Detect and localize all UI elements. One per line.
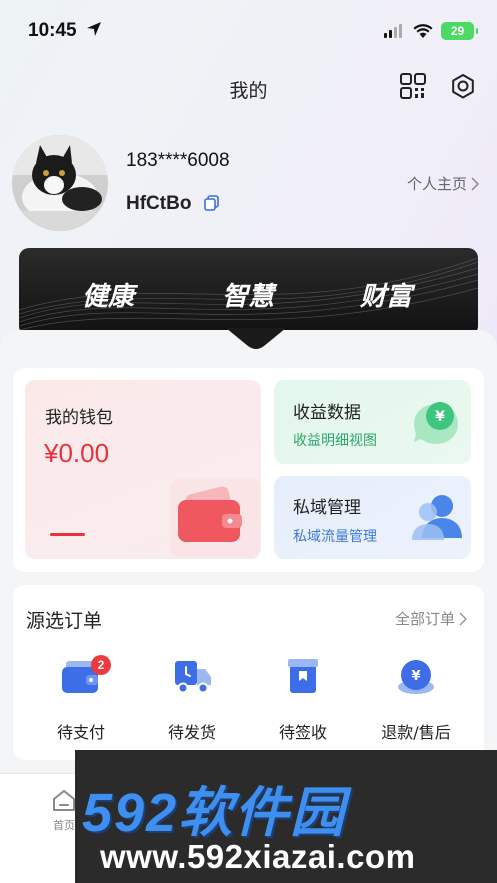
income-title: 收益数据: [293, 403, 361, 423]
sheet-notch: [226, 328, 286, 349]
wallet-title: 我的钱包: [45, 408, 113, 428]
svg-text:¥: ¥: [435, 409, 445, 425]
banner-word-wealth: 财富: [360, 282, 413, 312]
private-domain-subtitle: 私域流量管理: [293, 529, 377, 545]
all-orders-label: 全部订单: [394, 610, 455, 628]
order-pending-shipment-label: 待发货: [167, 723, 216, 742]
refund-coin-icon: ¥: [398, 660, 434, 694]
watermark-url: www.592xiazai.com: [100, 838, 416, 875]
copy-icon[interactable]: [204, 195, 219, 211]
banner-word-wisdom: 智慧: [222, 282, 275, 312]
private-domain-users-icon: [412, 495, 462, 540]
svg-text:¥: ¥: [411, 669, 420, 684]
chevron-right-icon: [459, 611, 467, 626]
wifi-icon: [413, 24, 433, 38]
order-pending-payment[interactable]: 2 待支付: [31, 655, 131, 743]
location-arrow-icon: [87, 22, 101, 36]
settings-gear-icon[interactable]: [448, 71, 478, 101]
order-pending-payment-label: 待支付: [56, 723, 105, 742]
income-subtitle: 收益明细视图: [293, 433, 377, 449]
package-icon: [288, 659, 318, 693]
cellular-signal-icon: [384, 24, 402, 38]
order-pending-receipt[interactable]: 待签收: [253, 657, 353, 743]
profile-homepage-label: 个人主页: [406, 175, 467, 193]
avatar-cat-image: [12, 135, 108, 231]
profile-homepage-link[interactable]: 个人主页: [407, 173, 479, 194]
private-domain-title: 私域管理: [293, 498, 361, 518]
watermark-brand: 592软件园: [82, 783, 347, 843]
status-bar: 10:45 29: [0, 0, 497, 60]
banner-word-health: 健康: [82, 282, 135, 312]
status-time: 10:45: [28, 20, 77, 41]
delivery-truck-icon: [175, 661, 211, 694]
all-orders-link[interactable]: 全部订单: [395, 608, 467, 629]
user-phone: 183****6008: [126, 150, 230, 171]
order-refund-aftersale-label: 退款/售后: [381, 723, 451, 742]
order-pending-shipment[interactable]: 待发货: [142, 657, 242, 743]
qr-code-icon[interactable]: [399, 72, 427, 100]
avatar[interactable]: [12, 135, 108, 231]
order-pending-receipt-label: 待签收: [278, 723, 327, 742]
battery-indicator: 29: [441, 22, 478, 40]
wallet-icon: [170, 478, 260, 558]
income-chat-coin-icon: ¥: [414, 402, 458, 444]
chevron-right-icon: [471, 176, 479, 191]
order-refund-aftersale[interactable]: ¥ 退款/售后: [366, 657, 466, 743]
user-nickname: HfCtBo: [126, 193, 192, 214]
wallet-balance: ¥0.00: [44, 438, 110, 468]
orders-title: 源选订单: [26, 610, 103, 632]
wallet-underline: [50, 533, 85, 536]
home-icon: [53, 790, 75, 811]
pending-payment-badge: 2: [91, 655, 111, 675]
